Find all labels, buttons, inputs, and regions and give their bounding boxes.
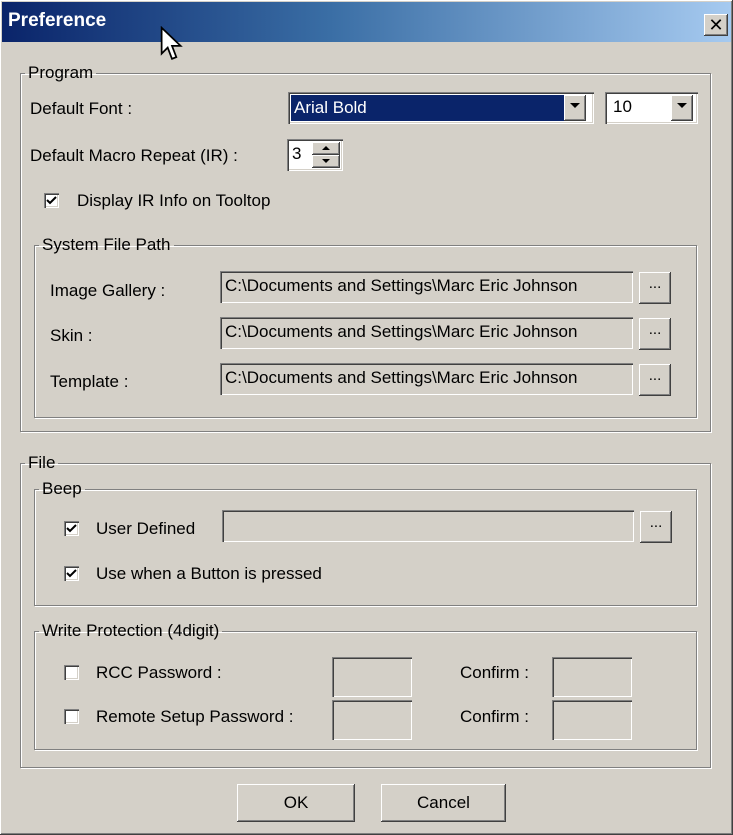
skin-label: Skin : [50,326,93,345]
remote-confirm-label: Confirm : [460,707,529,726]
spin-down-button[interactable] [312,155,340,168]
font-select-value: Arial Bold [291,95,564,121]
image-gallery-label: Image Gallery : [50,281,166,300]
font-select[interactable]: Arial Bold [288,92,594,124]
write-protection-legend: Write Protection (4digit) [42,621,220,640]
display-ir-checkbox[interactable] [44,193,59,208]
image-gallery-field[interactable]: C:\Documents and Settings\Marc Eric John… [220,271,633,303]
remote-password-label: Remote Setup Password : [96,707,294,726]
window-title: Preference [8,10,107,31]
system-file-path-legend: System File Path [42,235,171,254]
remote-password-field[interactable] [332,700,412,740]
file-legend: File [28,453,56,472]
beep-group: Beep [34,480,697,606]
template-field[interactable]: C:\Documents and Settings\Marc Eric John… [220,363,633,395]
rcc-password-checkbox[interactable] [64,665,79,680]
use-button-label: Use when a Button is pressed [96,564,322,583]
remote-confirm-field[interactable] [552,700,632,740]
cancel-button[interactable]: Cancel [381,784,506,822]
size-select[interactable]: 10 [605,92,698,124]
beep-legend: Beep [42,479,82,498]
checkmark-icon [66,569,77,578]
template-browse-button[interactable]: ... [639,364,671,396]
rcc-password-label: RCC Password : [96,663,222,682]
title-bar[interactable]: Preference ✕ [2,2,731,42]
user-defined-field[interactable] [222,510,634,542]
use-button-checkbox[interactable] [64,566,79,581]
program-legend: Program [28,63,94,82]
rcc-password-field[interactable] [332,657,412,697]
user-defined-browse-button[interactable]: ... [640,511,672,543]
checkmark-icon [46,196,57,205]
ok-button[interactable]: OK [237,784,355,822]
mouse-cursor-icon [160,26,183,60]
skin-browse-button[interactable]: ... [639,318,671,350]
template-label: Template : [50,372,129,391]
chevron-down-icon[interactable] [671,95,693,121]
skin-field[interactable]: C:\Documents and Settings\Marc Eric John… [220,317,633,349]
checkmark-icon [66,524,77,533]
image-gallery-browse-button[interactable]: ... [639,272,671,304]
macro-repeat-stepper[interactable]: 3 [287,139,343,171]
preference-dialog: Preference ✕ Program Default Font : Aria… [0,0,733,835]
display-ir-label: Display IR Info on Tooltop [77,191,271,210]
rcc-confirm-label: Confirm : [460,663,529,682]
default-font-label: Default Font : [30,99,133,118]
chevron-down-icon[interactable] [564,95,586,121]
macro-repeat-value: 3 [292,144,302,163]
close-button[interactable]: ✕ [704,14,728,36]
rcc-confirm-field[interactable] [552,657,632,697]
user-defined-label: User Defined [96,519,196,538]
spin-up-button[interactable] [312,142,340,155]
size-select-value: 10 [613,97,632,116]
macro-repeat-label: Default Macro Repeat (IR) : [30,146,238,165]
user-defined-checkbox[interactable] [64,521,79,536]
remote-password-checkbox[interactable] [64,709,79,724]
